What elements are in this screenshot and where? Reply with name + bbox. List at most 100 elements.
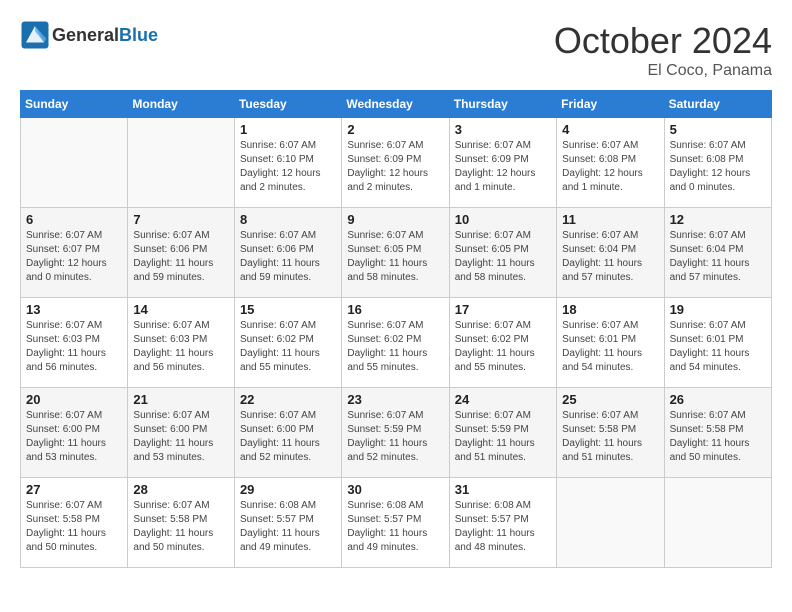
- calendar-cell: 26 Sunrise: 6:07 AM Sunset: 5:58 PM Dayli…: [664, 388, 771, 478]
- day-info: Sunrise: 6:07 AM Sunset: 6:10 PM Dayligh…: [240, 139, 336, 195]
- day-info: Sunrise: 6:08 AM Sunset: 5:57 PM Dayligh…: [455, 499, 551, 555]
- day-number: 13: [26, 302, 122, 317]
- calendar-cell: 6Sunrise: 6:07 AM Sunset: 6:07 PM Daylig…: [21, 208, 128, 298]
- day-info: Sunrise: 6:07 AM Sunset: 6:09 PM Dayligh…: [347, 139, 443, 195]
- calendar-cell: 2 Sunrise: 6:07 AM Sunset: 6:09 PM Daylig…: [342, 118, 449, 208]
- title-section: October 2024 El Coco, Panama: [554, 20, 772, 80]
- day-number: 15: [240, 302, 336, 317]
- day-number: 28: [133, 482, 229, 497]
- calendar-cell: 11 Sunrise: 6:07 AM Sunset: 6:04 PM Dayli…: [557, 208, 664, 298]
- calendar-cell: 13 Sunrise: 6:07 AM Sunset: 6:03 PM Dayli…: [21, 298, 128, 388]
- calendar-cell: 12 Sunrise: 6:07 AM Sunset: 6:04 PM Dayli…: [664, 208, 771, 298]
- calendar-cell: 9 Sunrise: 6:07 AM Sunset: 6:05 PM Daylig…: [342, 208, 449, 298]
- day-info: Sunrise: 6:07 AM Sunset: 6:03 PM Dayligh…: [26, 319, 122, 375]
- calendar-week-row: 6Sunrise: 6:07 AM Sunset: 6:07 PM Daylig…: [21, 208, 772, 298]
- calendar-cell: 29 Sunrise: 6:08 AM Sunset: 5:57 PM Dayli…: [234, 478, 341, 568]
- day-info: Sunrise: 6:07 AM Sunset: 5:58 PM Dayligh…: [562, 409, 658, 465]
- day-number: 12: [670, 212, 766, 227]
- day-number: 29: [240, 482, 336, 497]
- day-number: 17: [455, 302, 551, 317]
- calendar-cell: 28 Sunrise: 6:07 AM Sunset: 5:58 PM Dayli…: [128, 478, 235, 568]
- day-info: Sunrise: 6:07 AM Sunset: 6:01 PM Dayligh…: [670, 319, 766, 375]
- calendar-cell: 1 Sunrise: 6:07 AM Sunset: 6:10 PM Daylig…: [234, 118, 341, 208]
- calendar-week-row: 1 Sunrise: 6:07 AM Sunset: 6:10 PM Daylig…: [21, 118, 772, 208]
- day-info: Sunrise: 6:07 AM Sunset: 6:08 PM Dayligh…: [670, 139, 766, 195]
- day-number: 27: [26, 482, 122, 497]
- day-number: 1: [240, 122, 336, 137]
- day-number: 23: [347, 392, 443, 407]
- day-info: Sunrise: 6:07 AM Sunset: 5:59 PM Dayligh…: [455, 409, 551, 465]
- day-info: Sunrise: 6:07 AM Sunset: 6:06 PM Dayligh…: [240, 229, 336, 285]
- logo-text: GeneralBlue: [52, 25, 158, 46]
- day-number: 18: [562, 302, 658, 317]
- day-info: Sunrise: 6:08 AM Sunset: 5:57 PM Dayligh…: [240, 499, 336, 555]
- day-number: 7: [133, 212, 229, 227]
- day-number: 26: [670, 392, 766, 407]
- logo-icon: [20, 20, 50, 50]
- calendar-week-row: 13 Sunrise: 6:07 AM Sunset: 6:03 PM Dayli…: [21, 298, 772, 388]
- day-number: 9: [347, 212, 443, 227]
- day-info: Sunrise: 6:08 AM Sunset: 5:57 PM Dayligh…: [347, 499, 443, 555]
- calendar-cell: [664, 478, 771, 568]
- weekday-header: Monday: [128, 91, 235, 118]
- calendar-cell: 31 Sunrise: 6:08 AM Sunset: 5:57 PM Dayli…: [449, 478, 556, 568]
- day-number: 5: [670, 122, 766, 137]
- weekday-header: Saturday: [664, 91, 771, 118]
- calendar-cell: 27 Sunrise: 6:07 AM Sunset: 5:58 PM Dayli…: [21, 478, 128, 568]
- day-info: Sunrise: 6:07 AM Sunset: 5:58 PM Dayligh…: [670, 409, 766, 465]
- day-info: Sunrise: 6:07 AM Sunset: 6:04 PM Dayligh…: [670, 229, 766, 285]
- day-number: 8: [240, 212, 336, 227]
- day-number: 30: [347, 482, 443, 497]
- calendar-table: SundayMondayTuesdayWednesdayThursdayFrid…: [20, 90, 772, 568]
- day-info: Sunrise: 6:07 AM Sunset: 6:00 PM Dayligh…: [240, 409, 336, 465]
- month-title: October 2024: [554, 20, 772, 62]
- logo-general: General: [52, 25, 119, 45]
- calendar-cell: [557, 478, 664, 568]
- day-info: Sunrise: 6:07 AM Sunset: 5:58 PM Dayligh…: [26, 499, 122, 555]
- day-number: 14: [133, 302, 229, 317]
- day-number: 16: [347, 302, 443, 317]
- calendar-cell: [128, 118, 235, 208]
- location-title: El Coco, Panama: [554, 62, 772, 80]
- calendar-cell: 14Sunrise: 6:07 AM Sunset: 6:03 PM Dayli…: [128, 298, 235, 388]
- day-number: 22: [240, 392, 336, 407]
- calendar-cell: 16 Sunrise: 6:07 AM Sunset: 6:02 PM Dayli…: [342, 298, 449, 388]
- day-info: Sunrise: 6:07 AM Sunset: 5:59 PM Dayligh…: [347, 409, 443, 465]
- calendar-cell: 7Sunrise: 6:07 AM Sunset: 6:06 PM Daylig…: [128, 208, 235, 298]
- day-number: 31: [455, 482, 551, 497]
- day-info: Sunrise: 6:07 AM Sunset: 6:02 PM Dayligh…: [240, 319, 336, 375]
- day-info: Sunrise: 6:07 AM Sunset: 6:02 PM Dayligh…: [347, 319, 443, 375]
- day-number: 6: [26, 212, 122, 227]
- day-info: Sunrise: 6:07 AM Sunset: 6:00 PM Dayligh…: [26, 409, 122, 465]
- weekday-header: Friday: [557, 91, 664, 118]
- calendar-cell: [21, 118, 128, 208]
- day-info: Sunrise: 6:07 AM Sunset: 6:04 PM Dayligh…: [562, 229, 658, 285]
- day-info: Sunrise: 6:07 AM Sunset: 6:05 PM Dayligh…: [347, 229, 443, 285]
- day-number: 25: [562, 392, 658, 407]
- calendar-cell: 15 Sunrise: 6:07 AM Sunset: 6:02 PM Dayli…: [234, 298, 341, 388]
- day-number: 20: [26, 392, 122, 407]
- day-info: Sunrise: 6:07 AM Sunset: 6:01 PM Dayligh…: [562, 319, 658, 375]
- calendar-cell: 3Sunrise: 6:07 AM Sunset: 6:09 PM Daylig…: [449, 118, 556, 208]
- day-number: 19: [670, 302, 766, 317]
- calendar-cell: 18 Sunrise: 6:07 AM Sunset: 6:01 PM Dayli…: [557, 298, 664, 388]
- page-header: GeneralBlue October 2024 El Coco, Panama: [20, 20, 772, 80]
- calendar-body: 1 Sunrise: 6:07 AM Sunset: 6:10 PM Daylig…: [21, 118, 772, 568]
- day-number: 11: [562, 212, 658, 227]
- day-info: Sunrise: 6:07 AM Sunset: 6:00 PM Dayligh…: [133, 409, 229, 465]
- weekday-header: Sunday: [21, 91, 128, 118]
- logo-blue: Blue: [119, 25, 158, 45]
- weekday-header: Thursday: [449, 91, 556, 118]
- day-number: 2: [347, 122, 443, 137]
- calendar-cell: 25 Sunrise: 6:07 AM Sunset: 5:58 PM Dayli…: [557, 388, 664, 478]
- weekday-header: Tuesday: [234, 91, 341, 118]
- day-number: 3: [455, 122, 551, 137]
- calendar-cell: 30 Sunrise: 6:08 AM Sunset: 5:57 PM Dayli…: [342, 478, 449, 568]
- day-info: Sunrise: 6:07 AM Sunset: 5:58 PM Dayligh…: [133, 499, 229, 555]
- calendar-cell: 24Sunrise: 6:07 AM Sunset: 5:59 PM Dayli…: [449, 388, 556, 478]
- weekday-header: Wednesday: [342, 91, 449, 118]
- calendar-cell: 5 Sunrise: 6:07 AM Sunset: 6:08 PM Daylig…: [664, 118, 771, 208]
- day-number: 21: [133, 392, 229, 407]
- day-number: 4: [562, 122, 658, 137]
- calendar-cell: 17Sunrise: 6:07 AM Sunset: 6:02 PM Dayli…: [449, 298, 556, 388]
